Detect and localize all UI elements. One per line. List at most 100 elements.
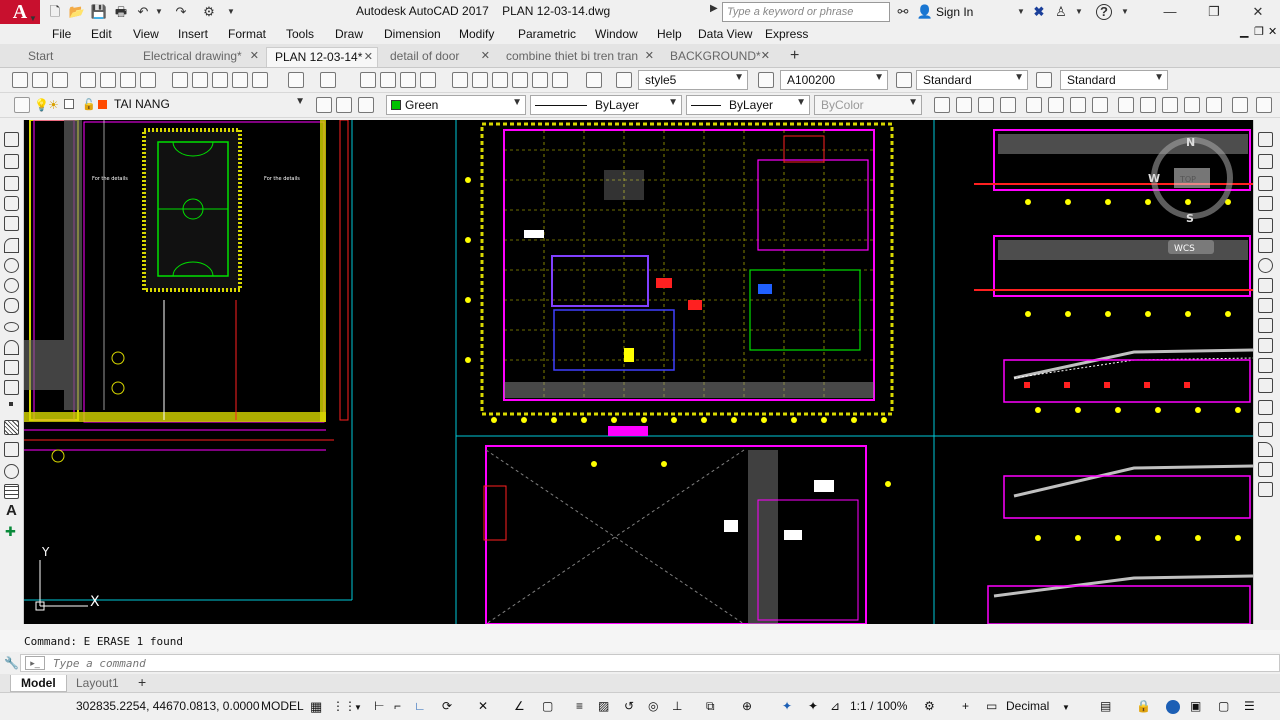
tab-detail-of-door[interactable]: detail of door ✕ — [382, 47, 494, 67]
tab-close-icon[interactable]: ✕ — [761, 49, 770, 62]
tab-close-icon[interactable]: ✕ — [250, 49, 259, 62]
multiline-text-icon[interactable]: A — [6, 502, 17, 519]
dynamic-input-icon[interactable]: ⌐ — [394, 699, 401, 713]
fillet-icon[interactable] — [1258, 442, 1273, 457]
annotation-monitor-icon[interactable]: + — [962, 699, 969, 713]
baseline-dim-icon[interactable] — [1140, 97, 1156, 113]
sign-in-button[interactable]: Sign In — [936, 5, 973, 19]
table-style-icon[interactable] — [896, 72, 912, 88]
menu-format[interactable]: Format — [228, 27, 266, 41]
radius-dim-icon[interactable] — [1026, 97, 1042, 113]
tab-close-icon[interactable]: ✕ — [645, 49, 654, 62]
tab-plan[interactable]: PLAN 12-03-14* ✕ — [266, 47, 378, 67]
object-snap-icon[interactable]: ▢ — [542, 699, 553, 713]
cut-icon[interactable] — [172, 72, 188, 88]
spline-icon[interactable] — [4, 298, 19, 313]
snap-mode-icon[interactable]: ⋮⋮ — [332, 699, 356, 713]
stay-connected-dropdown-icon[interactable]: ▼ — [1070, 3, 1088, 21]
tab-close-icon[interactable]: ✕ — [481, 49, 490, 62]
model-space-button[interactable]: MODEL — [261, 699, 304, 713]
layer-freeze-icon[interactable]: ☀ — [48, 98, 59, 112]
quick-properties-icon[interactable]: ▤ — [1100, 699, 1111, 713]
transparency-icon[interactable]: ▨ — [598, 699, 609, 713]
gizmo-icon[interactable]: ⊕ — [742, 699, 752, 713]
construction-line-icon[interactable] — [4, 154, 19, 169]
dynamic-ucs-icon[interactable]: ⊥ — [672, 699, 682, 713]
object-snap-tracking-icon[interactable]: ∠ — [514, 699, 525, 713]
help-dropdown-icon[interactable]: ▼ — [1116, 3, 1134, 21]
plotstyle-select[interactable]: ByColor ▼ — [814, 95, 922, 115]
stretch-icon[interactable] — [1258, 298, 1273, 313]
redo-icon[interactable]: ↷ — [172, 3, 190, 21]
table-icon[interactable] — [4, 484, 19, 499]
menu-file[interactable]: File — [52, 27, 71, 41]
trim-icon[interactable] — [1258, 318, 1273, 333]
restore-icon[interactable]: ❐ — [1200, 2, 1228, 22]
viewcube-west[interactable]: W — [1148, 172, 1160, 185]
quick-dim-icon[interactable] — [1118, 97, 1134, 113]
command-input[interactable] — [53, 656, 653, 671]
tab-layout1[interactable]: Layout1 — [66, 675, 129, 692]
new-icon[interactable] — [12, 72, 28, 88]
doc-minimize-icon[interactable]: ▁ — [1240, 25, 1248, 38]
binoculars-icon[interactable]: ⚯ — [894, 3, 912, 21]
viewcube-north[interactable]: N — [1186, 136, 1195, 149]
aligned-dim-icon[interactable] — [956, 97, 972, 113]
linear-dim-icon[interactable] — [934, 97, 950, 113]
menu-parametric[interactable]: Parametric — [518, 27, 576, 41]
layer-properties-icon[interactable] — [14, 97, 30, 113]
annotation-scale-value[interactable]: 1:1 / 100% — [850, 699, 907, 713]
save-icon[interactable] — [52, 72, 68, 88]
chamfer-icon[interactable] — [1258, 422, 1273, 437]
polygon-icon[interactable] — [4, 196, 19, 211]
exchange-icon[interactable]: ✖ — [1030, 3, 1048, 21]
menu-data-view[interactable]: Data View — [698, 27, 752, 41]
minimize-icon[interactable]: — — [1156, 2, 1184, 22]
dim-space-icon[interactable] — [1184, 97, 1200, 113]
auto-scale-icon[interactable]: ✦ — [808, 699, 818, 713]
paste-icon[interactable] — [212, 72, 228, 88]
arc-icon[interactable] — [4, 238, 19, 253]
customization-icon[interactable]: ☰ — [1244, 699, 1255, 713]
match-properties-icon[interactable] — [232, 72, 248, 88]
extend-icon[interactable] — [1258, 338, 1273, 353]
properties-icon[interactable] — [452, 72, 468, 88]
hardware-acceleration-icon[interactable]: ▣ — [1190, 699, 1201, 713]
units-icon[interactable]: ▭ — [986, 699, 997, 713]
qat-customize-icon[interactable]: ▼ — [222, 3, 240, 21]
menu-tools[interactable]: Tools — [286, 27, 314, 41]
command-prompt-icon[interactable]: ▸_ — [25, 656, 45, 670]
erase-icon[interactable] — [1258, 132, 1273, 147]
ucs-label[interactable]: WCS — [1174, 244, 1195, 254]
blend-curves-icon[interactable] — [1258, 462, 1273, 477]
menu-express[interactable]: Express — [765, 27, 808, 41]
multileader-style-select[interactable]: Standard ▼ — [1060, 70, 1168, 90]
lineweight-select[interactable]: ByLayer ▼ — [686, 95, 810, 115]
save-icon[interactable]: 💾 — [90, 3, 108, 21]
arc-length-icon[interactable] — [978, 97, 994, 113]
viewcube-top-label[interactable]: TOP — [1179, 175, 1196, 184]
help-icon[interactable] — [586, 72, 602, 88]
ellipse-icon[interactable] — [4, 322, 19, 332]
selection-cycling-icon[interactable]: ↺ — [624, 699, 634, 713]
tool-palettes-icon[interactable] — [492, 72, 508, 88]
tab-combine-thiet-bi[interactable]: combine thiet bi tren tran ✕ — [498, 47, 658, 67]
units-dropdown-icon[interactable]: ▼ — [1062, 703, 1070, 712]
tolerance-icon[interactable] — [1232, 97, 1248, 113]
layer-viewport-freeze-icon[interactable] — [64, 99, 74, 109]
break-at-point-icon[interactable] — [1258, 358, 1273, 373]
array-icon[interactable] — [1258, 218, 1273, 233]
menu-edit[interactable]: Edit — [91, 27, 112, 41]
angular-dim-icon[interactable] — [1092, 97, 1108, 113]
text-style-icon[interactable] — [616, 72, 632, 88]
undo-icon[interactable] — [288, 72, 304, 88]
annotation-scale-icon[interactable]: ⊿ — [830, 699, 840, 713]
menu-draw[interactable]: Draw — [335, 27, 363, 41]
center-mark-icon[interactable] — [1256, 97, 1272, 113]
viewcube-south[interactable]: S — [1186, 212, 1194, 225]
dim-style-select[interactable]: A100200 ▼ — [780, 70, 888, 90]
coordinates-readout[interactable]: 302835.2254, 44670.0813, 0.0000 — [76, 699, 260, 713]
ellipse-arc-icon[interactable] — [4, 340, 19, 355]
ortho-icon[interactable]: ∟ — [414, 699, 426, 713]
menu-modify[interactable]: Modify — [459, 27, 494, 41]
